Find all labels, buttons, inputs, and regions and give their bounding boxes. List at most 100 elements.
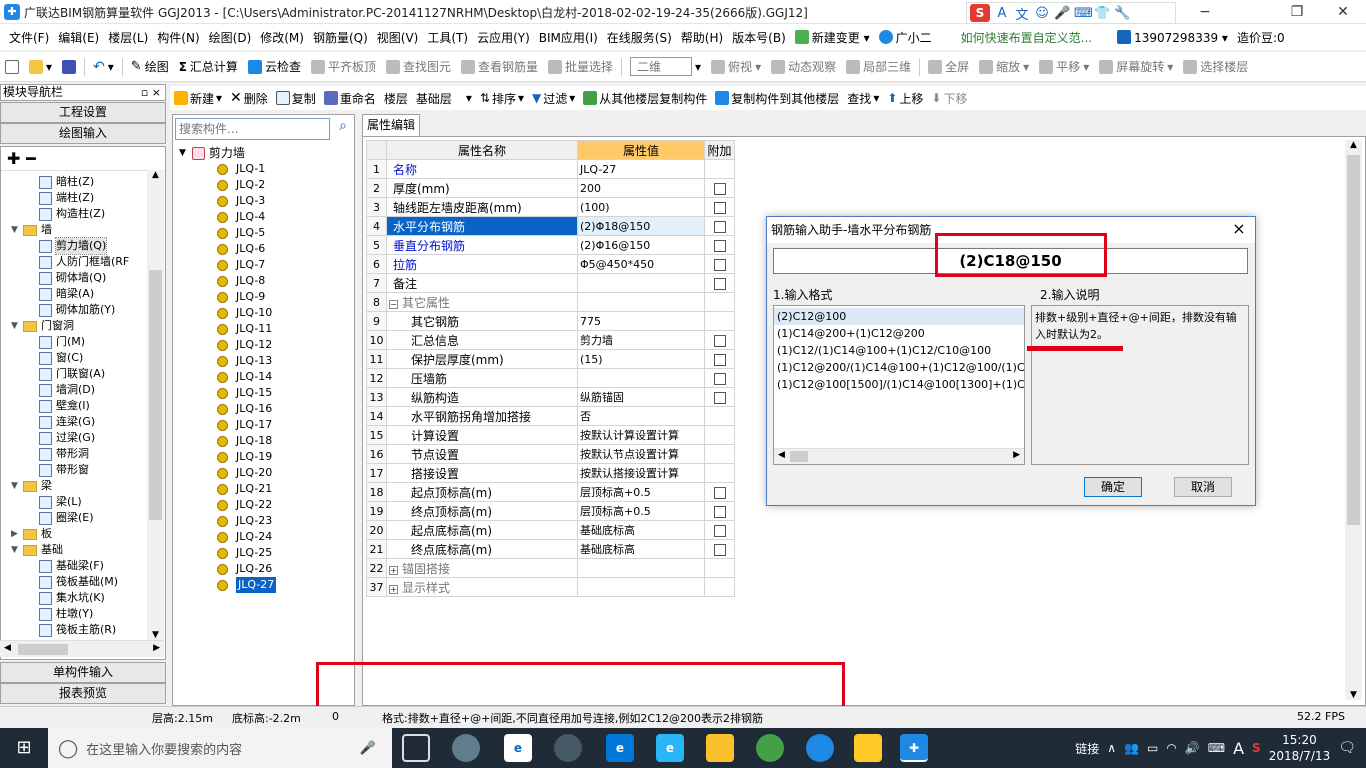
menu-rebar-qty[interactable]: 钢筋量(Q)	[310, 29, 371, 46]
nav-item[interactable]: 暗梁(A)	[1, 286, 165, 302]
property-row[interactable]: 11 保护层厚度(mm) (15)	[366, 349, 735, 369]
nav-item[interactable]: 圈梁(E)	[1, 510, 165, 526]
find-button[interactable]: 查找 ▾	[843, 90, 883, 107]
cloud-check-button[interactable]: 云检查	[243, 58, 306, 75]
component-item[interactable]: JLQ-1	[173, 161, 354, 177]
fan-app-icon[interactable]	[452, 734, 480, 762]
taskbar-search[interactable]: ◯ 在这里输入你要搜索的内容 🎤	[48, 728, 392, 768]
menu-edit[interactable]: 编辑(E)	[55, 29, 102, 46]
new-file-button[interactable]	[0, 59, 24, 74]
zoom-button[interactable]: 缩放 ▾	[974, 58, 1034, 75]
add-checkbox[interactable]	[713, 372, 726, 385]
property-value[interactable]: (15)	[577, 349, 705, 369]
property-value[interactable]: Φ5@450*450	[577, 254, 705, 274]
draw-button[interactable]: ✎ 绘图	[126, 58, 174, 75]
copy-from-floor-button[interactable]: 从其他楼层复制构件	[579, 90, 711, 107]
component-item[interactable]: JLQ-3	[173, 193, 354, 209]
batch-select-button[interactable]: 批量选择	[543, 58, 618, 75]
account-button[interactable]: 13907298339 ▾	[1114, 29, 1231, 45]
windows-start-icon[interactable]: ⊞	[0, 728, 48, 768]
nav-item[interactable]: 暗柱(Z)	[1, 174, 165, 190]
property-value[interactable]: (2)Φ16@150	[577, 235, 705, 255]
people-icon[interactable]: 👥	[1124, 741, 1139, 755]
nav-item[interactable]: 梁(L)	[1, 494, 165, 510]
filter-button[interactable]: ▼ 过滤 ▾	[528, 90, 579, 107]
nav-item[interactable]: 墙洞(D)	[1, 382, 165, 398]
add-checkbox[interactable]	[713, 201, 726, 214]
ime-mode-icon[interactable]: A	[1233, 739, 1244, 758]
ie-icon[interactable]: e	[504, 734, 532, 762]
add-checkbox[interactable]	[713, 334, 726, 347]
property-value[interactable]: (2)Φ18@150	[577, 216, 705, 236]
ok-button[interactable]: 确定	[1084, 477, 1142, 497]
local-3d-button[interactable]: 局部三维	[841, 58, 916, 75]
nav-item[interactable]: 集水坑(K)	[1, 590, 165, 606]
format-item[interactable]: (1)C12@200/(1)C14@100+(1)C12@100/(1)C10@…	[774, 359, 1024, 376]
view-rebar-button[interactable]: 查看钢筋量	[456, 58, 543, 75]
sort-button[interactable]: ⇅ 排序 ▾	[476, 90, 528, 107]
save-button[interactable]	[57, 59, 81, 74]
nav-item[interactable]: 壁龛(I)	[1, 398, 165, 414]
property-row[interactable]: 1 名称 JLQ-27	[366, 159, 735, 179]
nav-item[interactable]: 连梁(G)	[1, 414, 165, 430]
green-app-icon[interactable]	[756, 734, 784, 762]
ime-skin-icon[interactable]: 👕	[1094, 6, 1110, 21]
sogou-logo-icon[interactable]: S	[970, 4, 990, 22]
property-value[interactable]: 层顶标高+0.5	[577, 482, 705, 502]
fullscreen-button[interactable]: 全屏	[923, 58, 974, 75]
search-icon[interactable]: ⌕	[333, 118, 353, 140]
add-checkbox[interactable]	[713, 543, 726, 556]
property-row[interactable]: 8− 其它属性	[366, 292, 735, 312]
property-value[interactable]: 按默认节点设置计算	[577, 444, 705, 464]
ime-punct-icon[interactable]: 文	[1014, 4, 1030, 23]
add-checkbox[interactable]	[713, 220, 726, 233]
component-item[interactable]: JLQ-22	[173, 497, 354, 513]
property-value[interactable]	[577, 558, 705, 578]
volume-icon[interactable]: 🔊	[1185, 741, 1200, 755]
property-value[interactable]: 200	[577, 178, 705, 198]
task-view-icon[interactable]	[402, 734, 430, 762]
property-row[interactable]: 2 厚度(mm) 200	[366, 178, 735, 198]
notes-app-icon[interactable]	[854, 734, 882, 762]
ime-letter-icon[interactable]: A	[994, 6, 1010, 21]
component-item[interactable]: JLQ-10	[173, 305, 354, 321]
file-explorer-icon[interactable]	[706, 734, 734, 762]
top-view-button[interactable]: 俯视 ▾	[706, 58, 766, 75]
property-row[interactable]: 22 + 锚固搭接	[366, 558, 735, 578]
component-item[interactable]: JLQ-4	[173, 209, 354, 225]
tree-expand-collapse[interactable]: ✚ ━	[1, 147, 165, 171]
ime-keyboard-icon[interactable]: ⌨	[1074, 6, 1093, 21]
align-slab-button[interactable]: 平齐板顶	[306, 58, 381, 75]
nav-item[interactable]: 构造柱(Z)	[1, 206, 165, 222]
component-item[interactable]: JLQ-21	[173, 481, 354, 497]
property-vertical-scrollbar[interactable]: ▲ ▼	[1345, 140, 1362, 700]
property-row[interactable]: 13 纵筋构造 纵筋锚固	[366, 387, 735, 407]
menu-view[interactable]: 视图(V)	[374, 29, 422, 46]
nav-item[interactable]: 砌体墙(Q)	[1, 270, 165, 286]
property-row[interactable]: 20 起点底标高(m) 基础底标高	[366, 520, 735, 540]
single-component-button[interactable]: 单构件输入	[0, 662, 166, 683]
project-settings-button[interactable]: 工程设置	[0, 102, 166, 123]
menu-tools[interactable]: 工具(T)	[424, 29, 471, 46]
property-value[interactable]: JLQ-27	[577, 159, 705, 179]
nav-item[interactable]: 门联窗(A)	[1, 366, 165, 382]
tree-root-shear-wall[interactable]: ▼ 剪力墙	[173, 145, 354, 161]
clock[interactable]: 15:20 2018/7/13	[1269, 732, 1331, 764]
calc-button[interactable]: Σ 汇总计算	[174, 58, 243, 75]
restore-button[interactable]: ❐	[1274, 0, 1320, 24]
component-item[interactable]: JLQ-15	[173, 385, 354, 401]
property-value[interactable]: 按默认计算设置计算	[577, 425, 705, 445]
add-checkbox[interactable]	[713, 277, 726, 290]
nav-item[interactable]: 砌体加筋(Y)	[1, 302, 165, 318]
edge-icon[interactable]: e	[606, 734, 634, 762]
property-row[interactable]: 14 水平钢筋拐角增加搭接否	[366, 406, 735, 426]
component-item[interactable]: JLQ-16	[173, 401, 354, 417]
add-checkbox[interactable]	[713, 182, 726, 195]
floor-select[interactable]: 基础层 ▾	[412, 90, 476, 107]
format-item[interactable]: (2)C12@100	[774, 308, 1024, 325]
property-value[interactable]	[577, 273, 705, 293]
property-row[interactable]: 12 压墙筋	[366, 368, 735, 388]
component-item[interactable]: JLQ-8	[173, 273, 354, 289]
minimize-button[interactable]: −	[1182, 0, 1228, 24]
add-checkbox[interactable]	[713, 258, 726, 271]
